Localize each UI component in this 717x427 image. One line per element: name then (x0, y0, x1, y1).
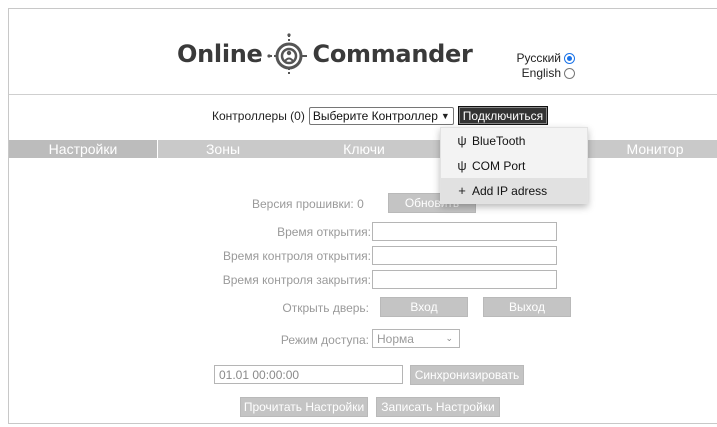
tab-keys[interactable]: Ключи (289, 140, 439, 158)
menu-item-bluetooth[interactable]: ψ BlueTooth (441, 128, 587, 153)
language-selector: Русский English (516, 51, 575, 81)
chevron-down-icon: ▼ (440, 110, 450, 121)
tab-bar: Настройки Зоны Ключи Монитор (9, 140, 717, 158)
sync-button[interactable]: Синхронизировать (410, 365, 524, 385)
connect-button[interactable]: Подключиться (457, 106, 549, 125)
language-option-en[interactable]: English (516, 66, 575, 81)
firmware-label: Версия прошивки: 0 (252, 197, 364, 211)
language-label-ru: Русский (516, 51, 561, 65)
app-frame: Online Commander Русский English Контрол… (8, 8, 717, 424)
close-control-time-label: Время контроля закрытия: (222, 273, 371, 287)
usb-icon: ψ (457, 133, 467, 148)
logo-text-commander: Commander (312, 40, 473, 68)
access-mode-label: Режим доступа: (280, 333, 369, 347)
usb-icon: ψ (457, 158, 467, 173)
controller-select-value: Выберите Контроллер (312, 108, 438, 123)
tab-monitor[interactable]: Монитор (589, 140, 717, 158)
logo: Online Commander (177, 31, 473, 77)
chevron-down-icon: ⌄ (445, 333, 453, 343)
menu-item-label: BlueTooth (472, 133, 526, 148)
menu-item-com-port[interactable]: ψ COM Port (441, 153, 587, 178)
datetime-field[interactable]: 01.01 00:00:00 (214, 365, 403, 384)
firmware-value: 0 (357, 197, 364, 211)
firmware-label-text: Версия прошивки: (252, 197, 354, 211)
read-settings-button[interactable]: Прочитать Настройки (240, 397, 368, 417)
open-time-input[interactable] (372, 222, 557, 241)
open-control-time-label: Время контроля открытия: (222, 249, 371, 263)
logo-text-online: Online (177, 40, 263, 68)
tab-settings[interactable]: Настройки (9, 140, 157, 158)
open-time-label: Время открытия: (277, 225, 371, 239)
menu-item-label: COM Port (472, 158, 526, 173)
close-control-time-input[interactable] (372, 270, 557, 289)
menu-item-label: Add IP adress (472, 183, 548, 198)
open-control-time-input[interactable] (372, 246, 557, 265)
logo-mark-icon (266, 33, 307, 75)
controllers-label: Контроллеры (0) (212, 108, 305, 123)
write-settings-button[interactable]: Записать Настройки (376, 397, 500, 417)
language-label-en: English (521, 66, 561, 80)
language-radio-ru[interactable] (564, 53, 575, 64)
open-door-label: Открыть дверь: (282, 301, 369, 315)
access-mode-value: Норма (377, 331, 414, 346)
controller-row: Контроллеры (0) Выберите Контроллер ▼ По… (212, 106, 549, 125)
language-radio-en[interactable] (564, 68, 575, 79)
tab-zones[interactable]: Зоны (158, 140, 288, 158)
enter-button[interactable]: Вход (380, 297, 468, 317)
access-mode-select[interactable]: Норма ⌄ (372, 329, 460, 348)
exit-button[interactable]: Выход (483, 297, 571, 317)
language-option-ru[interactable]: Русский (516, 51, 575, 66)
controller-select[interactable]: Выберите Контроллер ▼ (308, 106, 454, 125)
connect-menu: ψ BlueTooth ψ COM Port + Add IP adress (440, 127, 588, 204)
header-divider (9, 94, 717, 95)
menu-item-add-ip[interactable]: + Add IP adress (441, 178, 587, 203)
plus-icon: + (458, 183, 466, 198)
